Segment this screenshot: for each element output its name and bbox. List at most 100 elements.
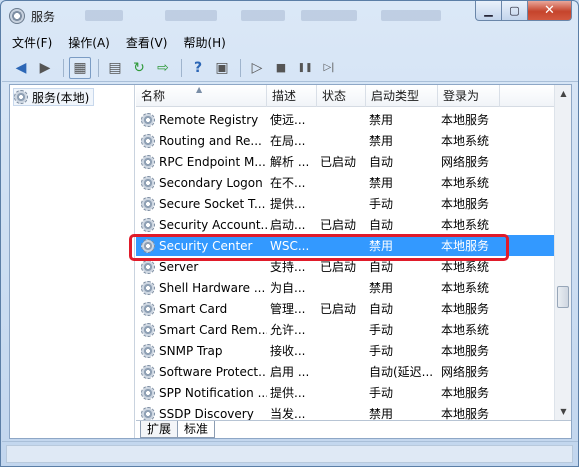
- tab-standard[interactable]: 标准: [177, 421, 216, 438]
- service-gear-icon: [141, 322, 155, 337]
- service-name-cell: Smart Card: [136, 301, 267, 316]
- menu-file[interactable]: 文件(F): [12, 34, 52, 51]
- service-row[interactable]: Secure Socket T... 提供... 手动 本地服务: [136, 193, 554, 214]
- service-row[interactable]: Secondary Logon 在不... 禁用 本地系统: [136, 172, 554, 193]
- close-button[interactable]: ✕: [528, 1, 572, 21]
- service-description: 使远...: [270, 113, 306, 127]
- refresh-icon: ↻: [133, 59, 145, 76]
- show-hide-action-pane-button[interactable]: ▣: [211, 57, 233, 79]
- blurred-taskbar-area: [165, 10, 217, 21]
- service-gear-icon: [141, 217, 155, 232]
- pause-service-button[interactable]: ❚❚: [294, 57, 316, 79]
- service-row[interactable]: Server 支持... 已启动 自动 本地系统: [136, 256, 554, 277]
- service-startup-type: 手动: [369, 323, 394, 337]
- service-name-cell: SPP Notification ...: [136, 385, 267, 400]
- service-startup-type: 禁用: [369, 281, 394, 295]
- service-row[interactable]: SSDP Discovery 当发... 禁用 本地服务: [136, 403, 554, 420]
- service-startup-type: 禁用: [369, 113, 394, 127]
- services-list: ▲ 名称 描述 状态 启动类型 登录为 Remote Registry 使远...…: [136, 85, 571, 420]
- menu-view[interactable]: 查看(V): [126, 34, 168, 51]
- status-bar-panel: [6, 445, 573, 463]
- vertical-scrollbar[interactable]: ▲ ▼: [554, 85, 571, 420]
- column-header-label: 描述: [272, 89, 297, 103]
- start-service-button[interactable]: ▷: [246, 57, 268, 79]
- toolbar-separator: [63, 58, 64, 77]
- column-header-startup-type[interactable]: 启动类型: [366, 85, 438, 107]
- scrollbar-thumb[interactable]: [557, 286, 569, 308]
- service-gear-icon: [141, 406, 155, 420]
- maximize-button[interactable]: ▢: [502, 1, 528, 21]
- service-log-on-as: 本地系统: [441, 218, 490, 232]
- properties-button[interactable]: ▤: [104, 57, 126, 79]
- service-log-on-as: 网络服务: [441, 155, 490, 169]
- scroll-up-arrow-icon[interactable]: ▲: [555, 85, 571, 102]
- service-log-on-as: 本地系统: [441, 323, 490, 337]
- tree-node-services-local[interactable]: 服务(本地): [13, 88, 95, 106]
- service-description: 管理...: [270, 302, 306, 316]
- service-startup-type: 自动: [369, 218, 394, 232]
- back-button[interactable]: ◀: [10, 57, 32, 79]
- service-startup-type: 自动(延迟...: [369, 365, 434, 379]
- service-startup-type: 手动: [369, 386, 394, 400]
- service-row[interactable]: Routing and Re... 在局... 禁用 本地系统: [136, 130, 554, 151]
- menu-help[interactable]: 帮助(H): [183, 34, 225, 51]
- export-list-button[interactable]: ⇨: [152, 57, 174, 79]
- show-console-tree-button[interactable]: ▦: [69, 56, 91, 79]
- service-log-on-as: 网络服务: [441, 365, 490, 379]
- column-header-description[interactable]: 描述: [267, 85, 317, 107]
- scroll-down-arrow-icon[interactable]: ▼: [555, 403, 571, 420]
- stop-service-button[interactable]: ■: [270, 57, 292, 79]
- service-name-cell: Secondary Logon: [136, 175, 267, 190]
- column-header-log-on-as[interactable]: 登录为: [438, 85, 500, 107]
- service-log-on-as: 本地系统: [441, 281, 490, 295]
- blurred-taskbar-area: [241, 10, 285, 21]
- service-startup-type: 自动: [369, 155, 394, 169]
- tab-extended[interactable]: 扩展: [140, 421, 179, 438]
- service-log-on-as: 本地服务: [441, 197, 490, 211]
- column-header-name[interactable]: ▲ 名称: [136, 85, 267, 107]
- service-name: Smart Card Rem...: [159, 322, 267, 337]
- service-row[interactable]: Software Protect... 启用 ... 自动(延迟... 网络服务: [136, 361, 554, 382]
- refresh-button[interactable]: ↻: [128, 57, 150, 79]
- toolbar-separator: [181, 58, 182, 77]
- service-row[interactable]: Security Account... 启动... 已启动 自动 本地系统: [136, 214, 554, 235]
- title-bar[interactable]: 服务 ▁ ▢ ✕: [1, 1, 578, 31]
- minimize-button[interactable]: ▁: [475, 1, 502, 21]
- main-content: 服务(本地) ▲ 名称 描述 状态 启动类型 登录为 Remote Regist…: [9, 84, 572, 439]
- service-row[interactable]: Smart Card 管理... 已启动 自动 本地服务: [136, 298, 554, 319]
- service-row[interactable]: SPP Notification ... 提供... 手动 本地服务: [136, 382, 554, 403]
- service-name-cell: Shell Hardware ...: [136, 280, 267, 295]
- column-header-status[interactable]: 状态: [317, 85, 366, 107]
- service-row[interactable]: Shell Hardware ... 为自... 禁用 本地系统: [136, 277, 554, 298]
- service-row[interactable]: RPC Endpoint M... 解析 ... 已启动 自动 网络服务: [136, 151, 554, 172]
- service-row[interactable]: Security Center WSC... 禁用 本地服务: [136, 235, 554, 256]
- service-log-on-as: 本地服务: [441, 302, 490, 316]
- toolbar-separator: [98, 58, 99, 77]
- minimize-icon: ▁: [484, 4, 493, 17]
- service-gear-icon: [141, 343, 155, 358]
- service-rows: Remote Registry 使远... 禁用 本地服务 Routing and Re…: [136, 109, 554, 420]
- menu-bar: 文件(F) 操作(A) 查看(V) 帮助(H): [2, 31, 578, 53]
- service-gear-icon: [141, 280, 155, 295]
- service-description: 当发...: [270, 407, 306, 420]
- service-name-cell: Security Center: [136, 238, 267, 253]
- service-row[interactable]: Smart Card Rem... 允许... 手动 本地系统: [136, 319, 554, 340]
- restart-service-button[interactable]: ▷|: [318, 57, 340, 79]
- service-description: 启动...: [270, 218, 306, 232]
- blurred-taskbar-area: [85, 10, 123, 21]
- service-name: Security Center: [159, 238, 253, 253]
- service-name: Security Account...: [159, 217, 267, 232]
- service-gear-icon: [141, 154, 155, 169]
- forward-button[interactable]: ▶: [34, 57, 56, 79]
- service-log-on-as: 本地服务: [441, 113, 490, 127]
- service-gear-icon: [141, 364, 155, 379]
- service-name-cell: RPC Endpoint M...: [136, 154, 267, 169]
- service-description: 支持...: [270, 260, 306, 274]
- start-service-icon: ▷: [251, 59, 263, 76]
- help-button[interactable]: ?: [187, 57, 209, 79]
- window-title: 服务: [31, 10, 56, 24]
- service-row[interactable]: Remote Registry 使远... 禁用 本地服务: [136, 109, 554, 130]
- service-row[interactable]: SNMP Trap 接收... 手动 本地服务: [136, 340, 554, 361]
- service-log-on-as: 本地服务: [441, 239, 490, 253]
- menu-action[interactable]: 操作(A): [68, 34, 110, 51]
